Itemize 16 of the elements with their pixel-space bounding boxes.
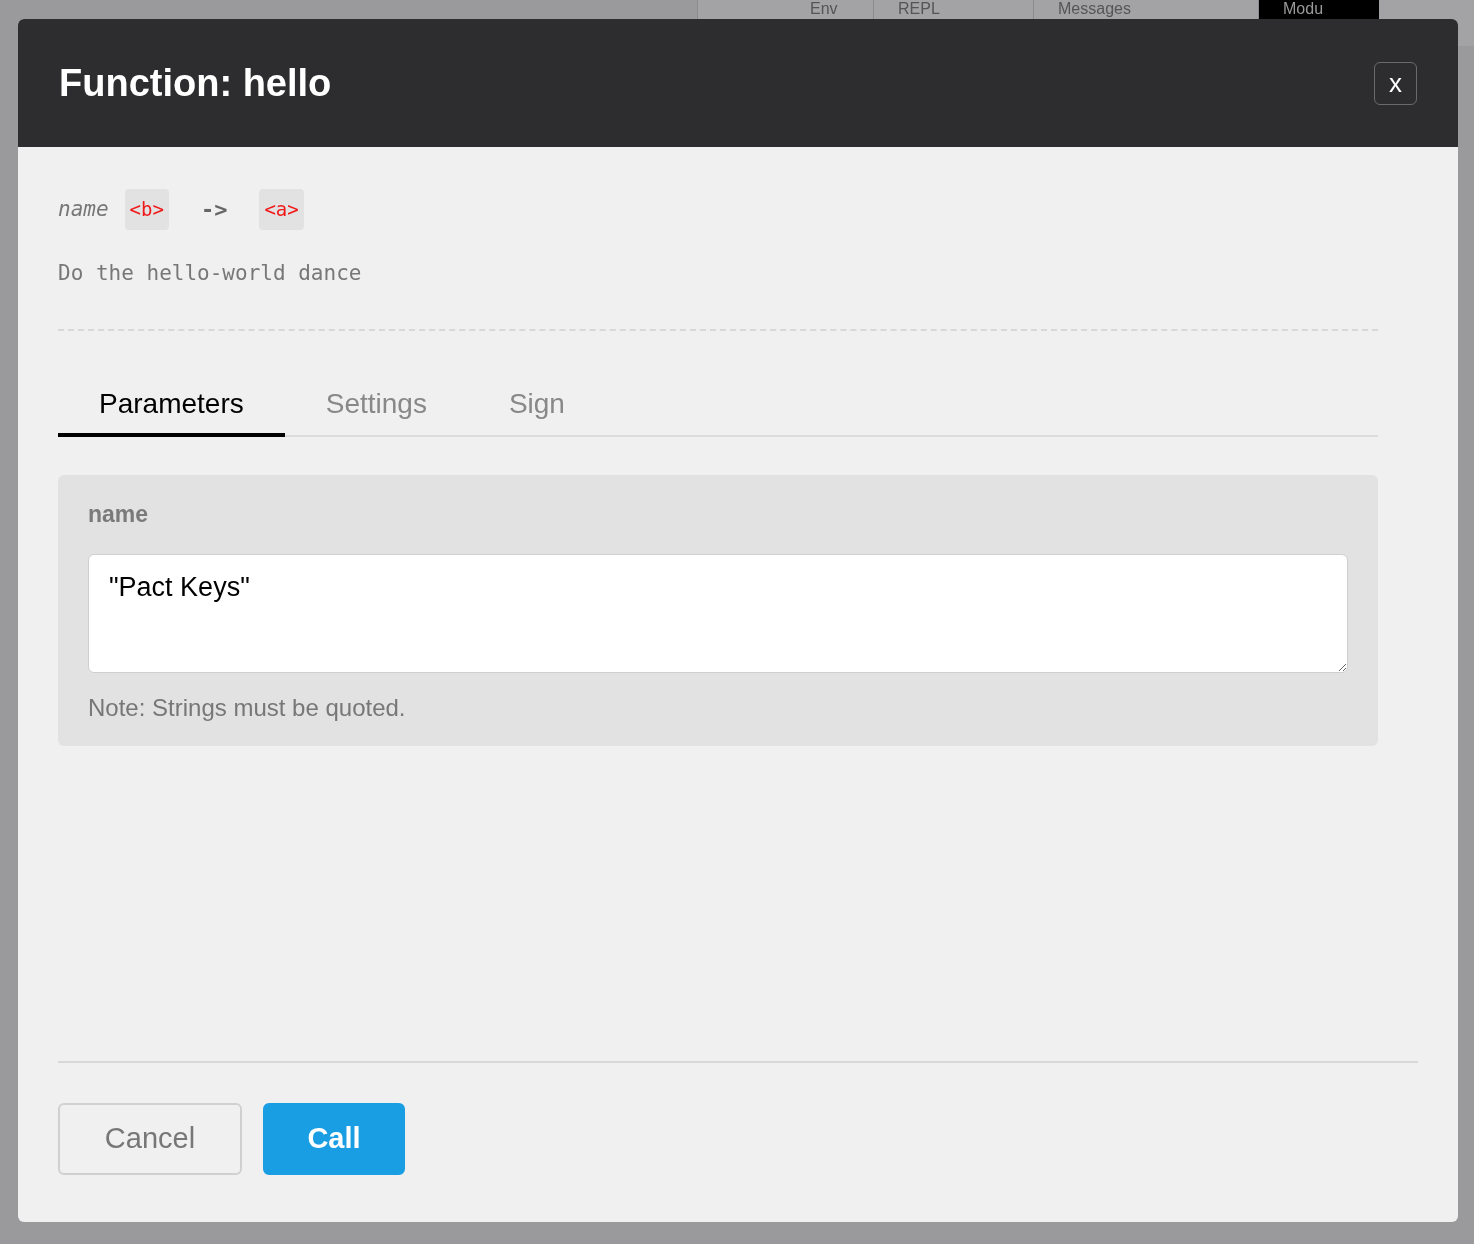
input-field[interactable]: "Pact Keys" — [88, 553, 1348, 673]
close-button[interactable]: x — [1374, 61, 1417, 105]
call-button[interactable]: Call — [263, 1103, 405, 1175]
tab[interactable]: Parameters — [58, 375, 285, 437]
field-note: Note: Strings must be quoted. — [88, 692, 407, 723]
tab[interactable]: Sign — [467, 375, 606, 437]
field-label: name — [88, 500, 150, 529]
tab[interactable]: Modu — [1259, 0, 1379, 19]
arrow-text: -> — [199, 195, 229, 224]
cancel-button[interactable]: Cancel — [58, 1103, 242, 1175]
dialog-title: Function: hello — [59, 60, 332, 106]
type-tag: <a> — [259, 189, 304, 230]
type-tag: <b> — [124, 189, 169, 230]
parameter-name: name — [58, 195, 109, 223]
description-text: Do the hello-world dance — [58, 259, 363, 287]
tab[interactable]: Settings — [284, 375, 468, 437]
